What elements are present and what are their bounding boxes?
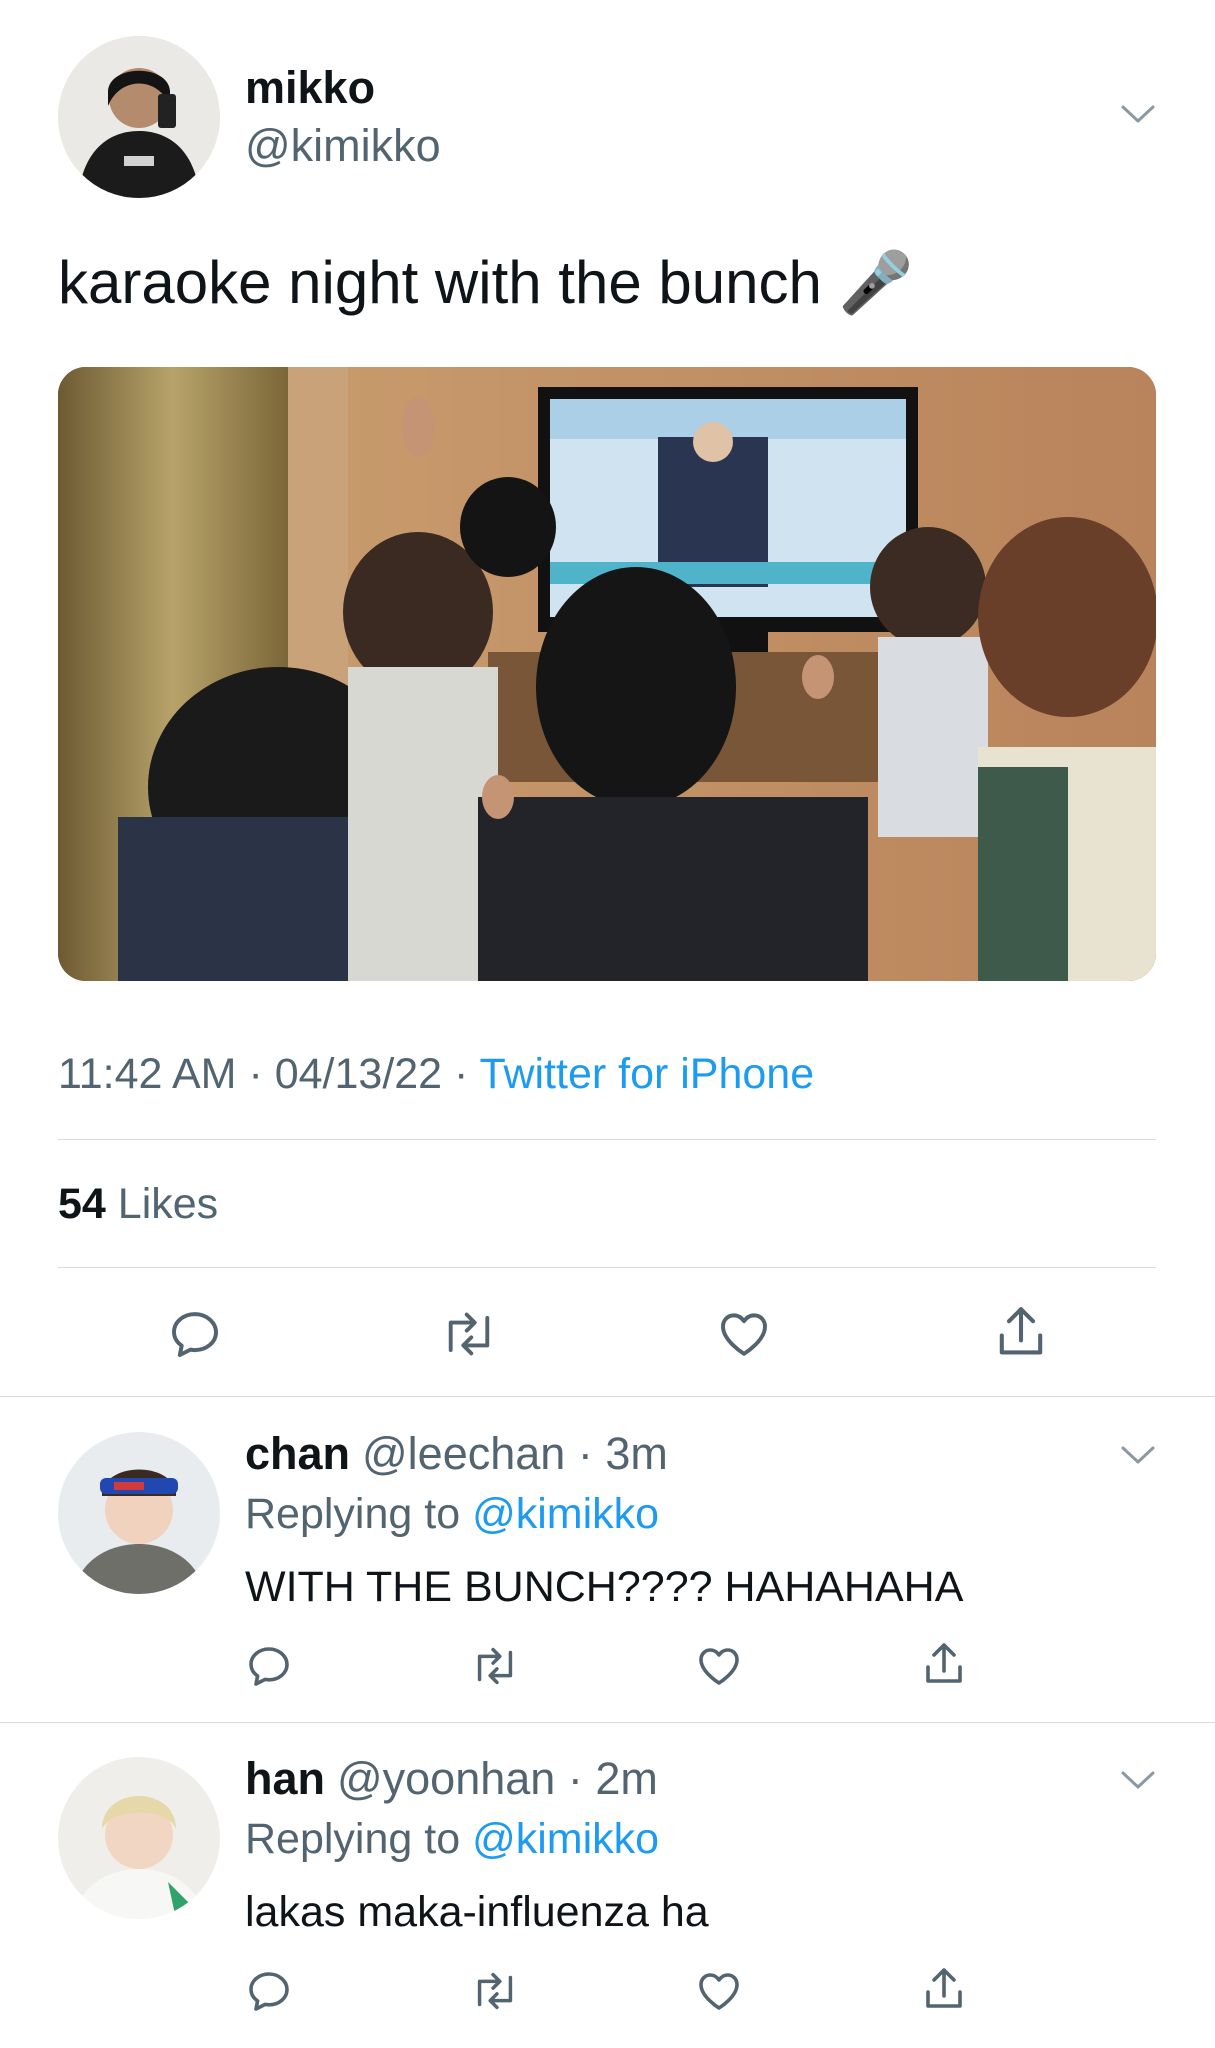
reply-author-handle[interactable]: @yoonhan xyxy=(337,1753,555,1804)
tweet-text-content: karaoke night with the bunch xyxy=(58,249,822,316)
replying-to-label: Replying to xyxy=(245,1815,473,1863)
chevron-down-icon[interactable] xyxy=(1120,1443,1156,1467)
reply-header: han @yoonhan · 2m xyxy=(245,1753,658,1804)
karaoke-photo-illustration xyxy=(58,367,1156,981)
author-handle[interactable]: @kimikko xyxy=(245,120,441,172)
reply-time: 2m xyxy=(595,1753,658,1804)
divider xyxy=(0,1722,1215,1723)
tweet-photo[interactable] xyxy=(58,367,1156,981)
divider xyxy=(58,1267,1156,1268)
reply-header: chan @leechan · 3m xyxy=(245,1428,668,1479)
share-icon[interactable] xyxy=(920,1638,968,1690)
reply-author-name[interactable]: han xyxy=(245,1753,325,1804)
tweet-text: karaoke night with the bunch 🎤 xyxy=(58,250,913,316)
reply-author-handle[interactable]: @leechan xyxy=(362,1428,565,1479)
replying-to-handle-link[interactable]: @kimikko xyxy=(472,1815,659,1863)
reply-text: lakas maka-influenza ha xyxy=(245,1888,709,1936)
meta-separator-2: · xyxy=(442,1050,480,1098)
chevron-down-icon[interactable] xyxy=(1120,102,1156,126)
author-name[interactable]: mikko xyxy=(245,62,375,114)
avatar-photo xyxy=(58,1757,220,1919)
avatar-photo xyxy=(58,36,220,198)
divider xyxy=(0,1396,1215,1397)
avatar-photo xyxy=(58,1432,220,1594)
replying-to-label: Replying to xyxy=(245,1490,473,1538)
share-icon[interactable] xyxy=(920,1963,968,2015)
heart-icon[interactable] xyxy=(694,1967,744,2015)
reply-icon[interactable] xyxy=(245,1642,293,1690)
reply-icon[interactable] xyxy=(167,1306,223,1362)
meta-separator: · xyxy=(236,1050,275,1098)
reply-author-name[interactable]: chan xyxy=(245,1428,350,1479)
replying-to: Replying to @kimikko xyxy=(245,1490,659,1539)
replying-to: Replying to @kimikko xyxy=(245,1815,659,1864)
tweet-source-link[interactable]: Twitter for iPhone xyxy=(480,1050,815,1098)
reply-avatar[interactable] xyxy=(58,1757,220,1919)
chevron-down-icon[interactable] xyxy=(1120,1768,1156,1792)
divider xyxy=(58,1139,1156,1140)
tweet-date: 04/13/22 xyxy=(274,1050,443,1098)
likes-count: 54 xyxy=(58,1180,106,1228)
retweet-icon[interactable] xyxy=(468,1642,522,1690)
reply-icon[interactable] xyxy=(245,1967,293,2015)
reply-avatar[interactable] xyxy=(58,1432,220,1594)
tweet-time: 11:42 AM xyxy=(58,1050,237,1098)
heart-icon[interactable] xyxy=(715,1306,773,1362)
author-avatar[interactable] xyxy=(58,36,220,198)
retweet-icon[interactable] xyxy=(468,1967,522,2015)
replying-to-handle-link[interactable]: @kimikko xyxy=(472,1490,659,1538)
tweet-meta: 11:42 AM · 04/13/22 · Twitter for iPhone xyxy=(58,1050,814,1099)
likes-label: Likes xyxy=(105,1180,219,1228)
microphone-emoji: 🎤 xyxy=(838,249,914,316)
heart-icon[interactable] xyxy=(694,1642,744,1690)
reply-text: WITH THE BUNCH???? HAHAHAHA xyxy=(245,1563,964,1611)
retweet-icon[interactable] xyxy=(437,1306,501,1362)
share-icon[interactable] xyxy=(992,1302,1050,1362)
likes-summary[interactable]: 54 Likes xyxy=(58,1180,218,1229)
reply-time: 3m xyxy=(605,1428,668,1479)
